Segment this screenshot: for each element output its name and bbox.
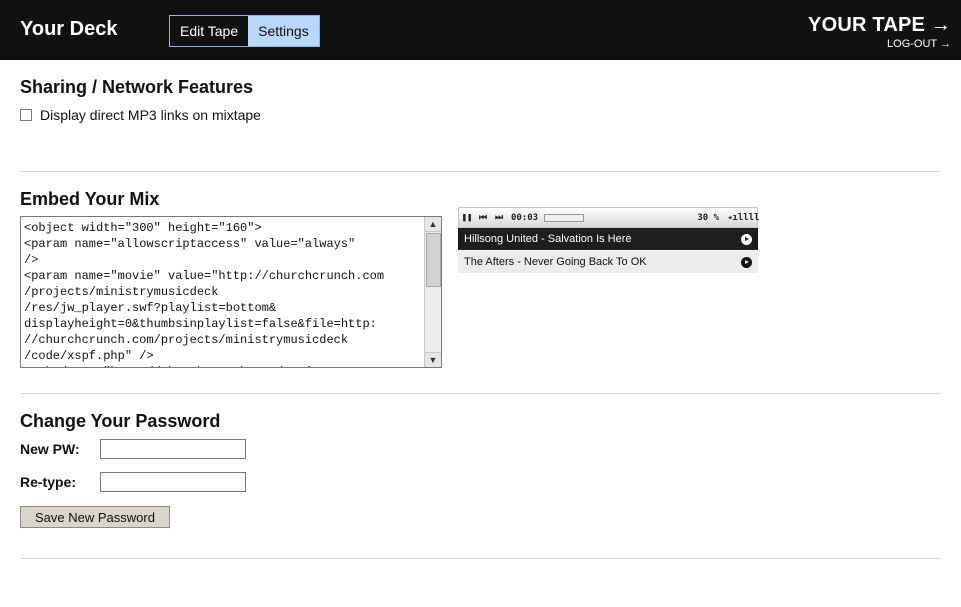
logout-link[interactable]: LOG-OUT →	[808, 38, 951, 50]
scroll-down-icon[interactable]: ▼	[425, 352, 441, 367]
next-icon[interactable]: ⏭	[491, 213, 507, 223]
previous-icon[interactable]: ⏮	[475, 213, 491, 223]
new-password-label: New PW:	[20, 441, 80, 457]
embed-section-title: Embed Your Mix	[20, 189, 160, 209]
tab-bar: Edit Tape Settings	[169, 15, 320, 47]
embed-code-text[interactable]: <object width="300" height="160"> <param…	[24, 220, 423, 367]
playlist-item[interactable]: The Afters - Never Going Back To OK	[458, 251, 758, 273]
tape-link-group: YOUR TAPE → LOG-OUT →	[808, 14, 951, 50]
play-icon[interactable]	[741, 256, 752, 268]
volume-icon[interactable]: ◂ıllll	[727, 213, 760, 223]
play-icon[interactable]	[741, 233, 752, 245]
retype-password-label: Re-type:	[20, 474, 77, 490]
divider	[20, 171, 941, 172]
mp3-links-checkbox[interactable]	[20, 109, 32, 121]
password-section-title: Change Your Password	[20, 411, 221, 431]
playlist-item[interactable]: Hillsong United - Salvation Is Here	[458, 228, 758, 250]
divider	[20, 558, 941, 559]
scroll-thumb[interactable]	[426, 233, 441, 287]
track-title: The Afters - Never Going Back To OK	[464, 256, 647, 268]
mp3-links-label[interactable]: Display direct MP3 links on mixtape	[40, 107, 261, 123]
scroll-up-icon[interactable]: ▲	[425, 217, 441, 232]
progress-bar[interactable]	[544, 213, 585, 222]
sharing-section-title: Sharing / Network Features	[20, 77, 254, 97]
retype-password-input[interactable]	[100, 472, 246, 492]
save-password-button[interactable]: Save New Password	[20, 506, 170, 528]
mp3-links-option: Display direct MP3 links on mixtape	[20, 107, 261, 123]
brand-title: Your Deck	[20, 18, 118, 40]
tab-edit-tape[interactable]: Edit Tape	[170, 16, 249, 46]
pause-icon[interactable]: ❚❚	[459, 213, 475, 223]
media-player: ❚❚ ⏮ ⏭ 00:03 30 % ◂ıllll Hillsong United…	[458, 207, 760, 273]
new-password-input[interactable]	[100, 439, 246, 459]
tab-settings[interactable]: Settings	[248, 16, 319, 46]
track-title: Hillsong United - Salvation Is Here	[464, 233, 632, 245]
volume-level: 30 %	[697, 212, 719, 223]
player-controls: ❚❚ ⏮ ⏭ 00:03 30 % ◂ıllll	[458, 207, 760, 228]
embed-scrollbar[interactable]: ▲ ▼	[424, 217, 441, 367]
divider	[20, 393, 941, 394]
top-header: Your Deck Edit Tape Settings YOUR TAPE →…	[0, 0, 961, 60]
your-tape-link[interactable]: YOUR TAPE →	[808, 14, 951, 37]
embed-code-textarea[interactable]: <object width="300" height="160"> <param…	[20, 216, 442, 368]
elapsed-time: 00:03	[511, 212, 539, 223]
